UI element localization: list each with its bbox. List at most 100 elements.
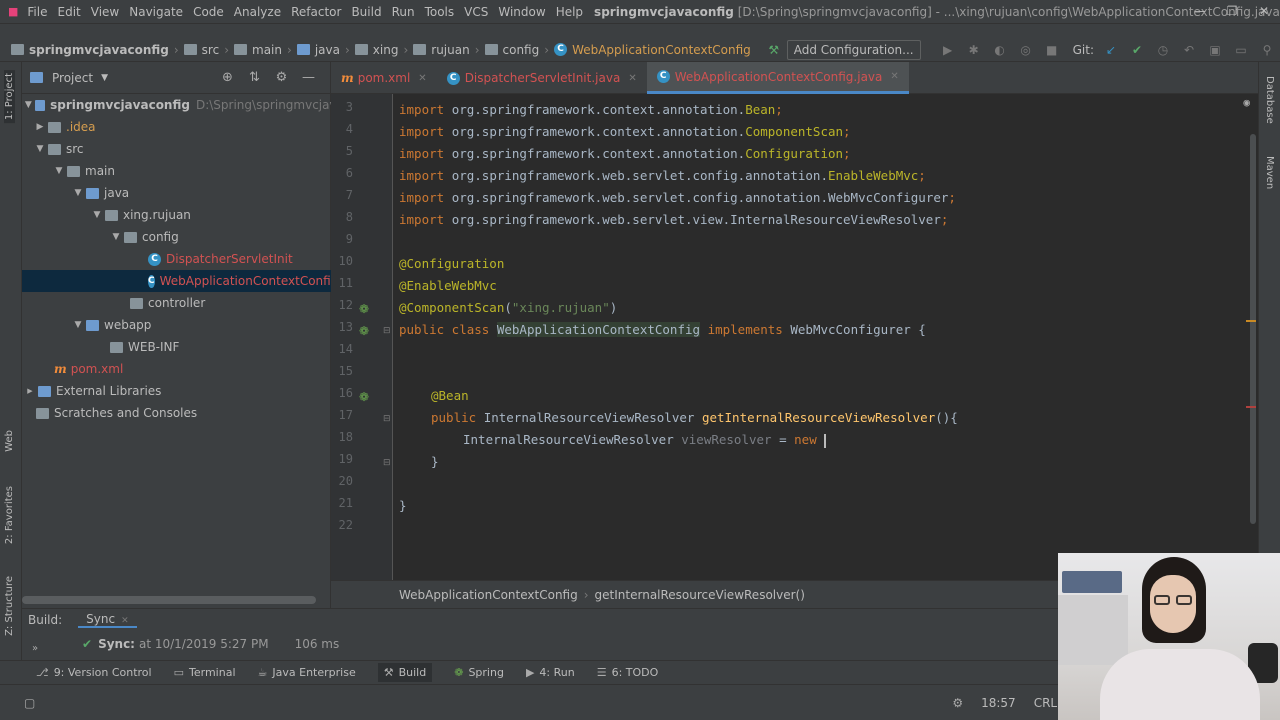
spring-bean-icon[interactable]: ❁ <box>359 390 369 404</box>
crumb-src[interactable]: src <box>181 43 223 57</box>
minimize-icon[interactable]: — <box>1184 0 1216 24</box>
layout-icon[interactable]: ▢ <box>24 696 35 710</box>
tree-item[interactable]: controller <box>22 292 331 314</box>
close-icon[interactable]: ✕ <box>121 616 129 626</box>
tool-build[interactable]: ⚒ Build <box>377 663 433 682</box>
web-tool-button[interactable]: Web <box>4 430 15 452</box>
tab-pom-xml[interactable]: m pom.xml ✕ <box>331 62 437 94</box>
locate-icon[interactable]: ⊕ <box>214 70 241 85</box>
tree-item[interactable]: ▶ .idea <box>22 116 331 138</box>
restore-icon[interactable]: ❐ <box>1216 0 1248 24</box>
crumb-java[interactable]: java <box>294 43 343 57</box>
crumb-rujuan[interactable]: rujuan <box>410 43 472 57</box>
tree-item[interactable]: ▼ src <box>22 138 331 160</box>
menu-code[interactable]: Code <box>188 5 229 19</box>
code-editor[interactable]: import org.springframework.context.annot… <box>393 94 1258 580</box>
tool-todo[interactable]: ☰ 6: TODO <box>597 666 659 679</box>
gear-icon[interactable]: ⚙ <box>268 70 295 85</box>
tree-item[interactable]: C DispatcherServletInit <box>22 248 331 270</box>
presentation-icon[interactable]: ▭ <box>1228 43 1254 57</box>
chevron-down-icon[interactable]: ▼ <box>51 166 67 176</box>
git-history-icon[interactable]: ◷ <box>1150 43 1176 57</box>
close-icon[interactable]: ✕ <box>1248 0 1280 24</box>
crumb-config[interactable]: config <box>482 43 543 57</box>
profile-icon[interactable]: ◎ <box>1013 43 1039 57</box>
menu-edit[interactable]: Edit <box>53 5 86 19</box>
add-configuration-button[interactable]: Add Configuration... <box>786 40 921 60</box>
background-tasks-icon[interactable]: ⚙ <box>952 696 963 710</box>
collapse-icon[interactable]: ⇅ <box>241 70 268 85</box>
fold-icon[interactable]: ⊟ <box>383 458 391 468</box>
structure-tool-button[interactable]: Z: Structure <box>4 576 15 636</box>
tree-item[interactable]: ▼ java <box>22 182 331 204</box>
maven-tool-button[interactable]: Maven <box>1264 156 1275 189</box>
tree-item[interactable]: WEB-INF <box>22 336 331 358</box>
tool-java-enterprise[interactable]: ☕ Java Enterprise <box>258 666 356 679</box>
chevron-down-icon[interactable]: ▼ <box>70 320 86 330</box>
menu-refactor[interactable]: Refactor <box>286 5 346 19</box>
fold-icon[interactable]: ⊟ <box>383 414 391 424</box>
run-icon[interactable]: ▶ <box>935 43 961 57</box>
menu-help[interactable]: Help <box>551 5 588 19</box>
menu-window[interactable]: Window <box>493 5 550 19</box>
menu-analyze[interactable]: Analyze <box>229 5 286 19</box>
coverage-icon[interactable]: ◐ <box>987 43 1013 57</box>
debug-icon[interactable]: ✱ <box>961 43 987 57</box>
chevron-down-icon[interactable]: ▼ <box>22 100 35 110</box>
tab-dispatcher-servlet-init[interactable]: C DispatcherServletInit.java ✕ <box>437 62 647 94</box>
tree-item[interactable]: Scratches and Consoles <box>22 402 331 424</box>
caret-position[interactable]: 18:57 <box>981 696 1016 710</box>
tree-item[interactable]: ▶ External Libraries <box>22 380 331 402</box>
chevron-down-icon[interactable]: ▼ <box>70 188 86 198</box>
menu-navigate[interactable]: Navigate <box>124 5 188 19</box>
chevron-down-icon[interactable]: ▼ <box>108 232 124 242</box>
crumb-xing[interactable]: xing <box>352 43 402 57</box>
hide-icon[interactable]: — <box>295 70 322 85</box>
tool-run[interactable]: ▶ 4: Run <box>526 666 575 679</box>
breadcrumb-class[interactable]: WebApplicationContextConfig <box>399 588 578 602</box>
tree-item[interactable]: ▼ config <box>22 226 331 248</box>
database-tool-button[interactable]: Database <box>1264 76 1275 124</box>
menu-file[interactable]: File <box>22 5 52 19</box>
tree-item[interactable]: ▼ springmvcjavaconfig D:\Spring\springmvcj… <box>22 94 331 116</box>
tree-item[interactable]: m pom.xml <box>22 358 331 380</box>
crumb-main[interactable]: main <box>231 43 285 57</box>
git-rollback-icon[interactable]: ↶ <box>1176 43 1202 57</box>
menu-run[interactable]: Run <box>387 5 420 19</box>
expand-icon[interactable]: » <box>32 643 38 654</box>
project-structure-icon[interactable]: ▣ <box>1202 43 1228 57</box>
close-icon[interactable]: ✕ <box>418 73 426 84</box>
tree-item[interactable]: C WebApplicationContextConfig <box>22 270 338 292</box>
menu-build[interactable]: Build <box>346 5 386 19</box>
tree-item[interactable]: ▼ webapp <box>22 314 331 336</box>
chevron-right-icon[interactable]: ▶ <box>22 387 38 395</box>
chevron-down-icon[interactable]: ▼ <box>89 210 105 220</box>
menu-tools[interactable]: Tools <box>420 5 460 19</box>
project-panel-title[interactable]: Project <box>52 71 93 85</box>
tree-item[interactable]: ▼ main <box>22 160 331 182</box>
crumb-project[interactable]: springmvcjavaconfig <box>8 43 172 57</box>
breadcrumb-method[interactable]: getInternalResourceViewResolver() <box>595 588 805 602</box>
close-icon[interactable]: ✕ <box>628 73 636 84</box>
chevron-down-icon[interactable]: ▼ <box>101 73 108 83</box>
menu-vcs[interactable]: VCS <box>459 5 493 19</box>
menu-view[interactable]: View <box>86 5 124 19</box>
tool-version-control[interactable]: ⎇ 9: Version Control <box>36 666 152 679</box>
spring-bean-icon[interactable]: ❁ <box>359 324 369 338</box>
crumb-class[interactable]: C WebApplicationContextConfig <box>551 43 754 57</box>
vertical-scrollbar[interactable] <box>1250 134 1256 524</box>
git-update-icon[interactable]: ↙ <box>1098 43 1124 57</box>
close-icon[interactable]: ✕ <box>890 71 898 82</box>
spring-bean-icon[interactable]: ❁ <box>359 302 369 316</box>
git-commit-icon[interactable]: ✔ <box>1124 43 1150 57</box>
tool-terminal[interactable]: ▭ Terminal <box>174 666 236 679</box>
favorites-tool-button[interactable]: 2: Favorites <box>4 486 15 544</box>
horizontal-scrollbar[interactable] <box>22 596 316 604</box>
fold-icon[interactable]: ⊟ <box>383 326 391 336</box>
chevron-down-icon[interactable]: ▼ <box>32 144 48 154</box>
search-icon[interactable]: ⚲ <box>1254 43 1280 57</box>
chevron-right-icon[interactable]: ▶ <box>32 122 48 132</box>
tool-spring[interactable]: ❁ Spring <box>454 666 504 679</box>
eye-icon[interactable]: ◉ <box>1243 96 1250 109</box>
tab-web-application-context-config[interactable]: C WebApplicationContextConfig.java ✕ <box>646 62 909 94</box>
